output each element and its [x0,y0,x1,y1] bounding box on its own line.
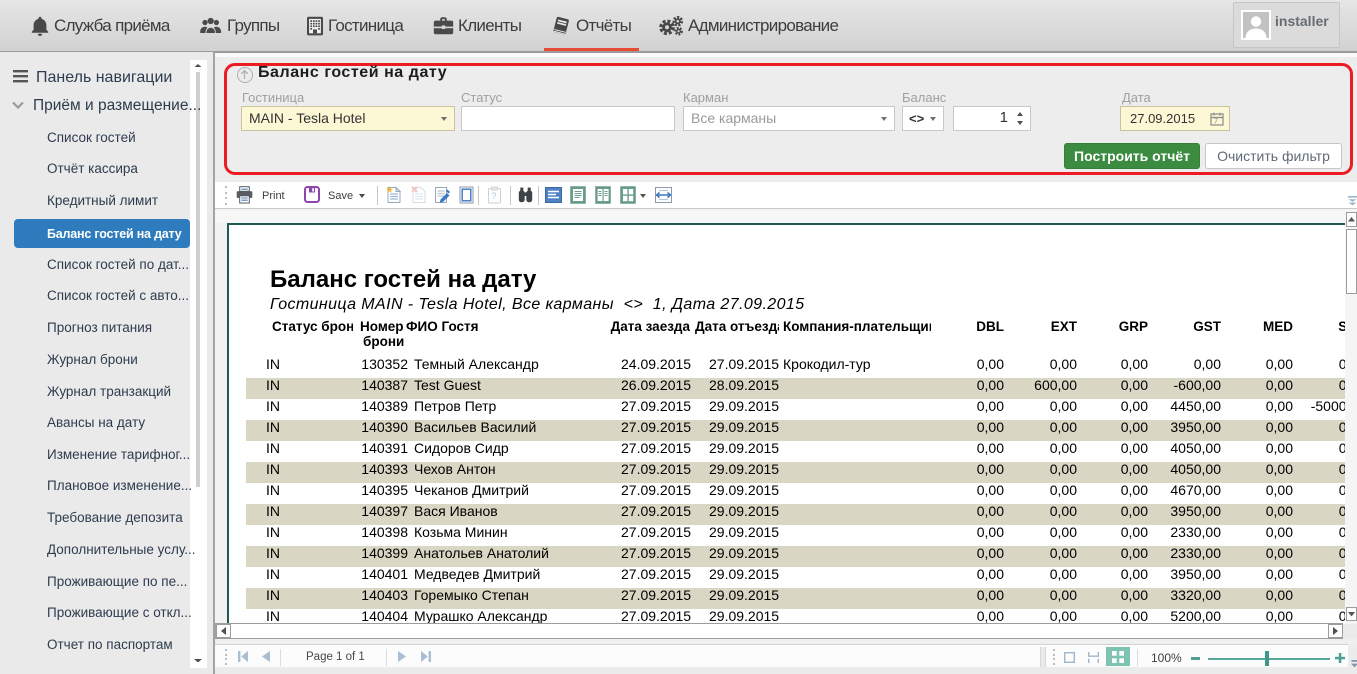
svg-text:?: ? [492,191,497,201]
svg-text:7: 7 [1214,119,1218,126]
